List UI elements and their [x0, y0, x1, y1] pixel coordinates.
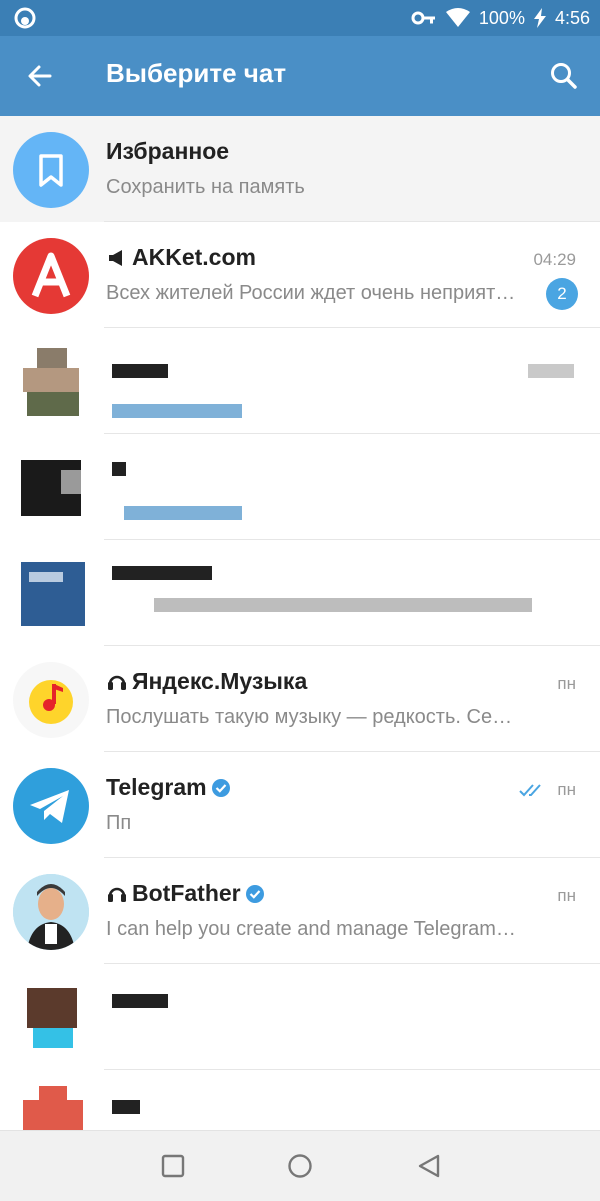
battery-percent: 100% — [478, 7, 525, 28]
redacted-preview — [112, 404, 242, 418]
status-bar: 100% 4:56 — [0, 0, 600, 36]
redacted-name — [112, 1100, 140, 1114]
notification-icon — [14, 7, 36, 29]
yandex-music-logo — [29, 680, 73, 724]
chat-name: Избранное — [106, 138, 230, 164]
vpn-key-icon — [411, 11, 435, 25]
arrow-left-icon[interactable] — [24, 60, 56, 92]
read-checks-icon — [519, 784, 541, 797]
botfather-avatar-image — [13, 874, 89, 950]
search-icon[interactable] — [548, 60, 580, 92]
chat-row-hidden[interactable] — [0, 1070, 600, 1130]
avatar — [13, 662, 89, 738]
bot-icon — [108, 887, 126, 902]
avatar — [13, 874, 89, 950]
chat-name-text: AKKet.com — [132, 244, 256, 270]
redacted-name — [112, 566, 212, 580]
chat-row-hidden[interactable] — [0, 540, 600, 646]
chat-time: пн — [557, 886, 576, 905]
unread-badge: 2 — [546, 278, 578, 310]
pixelated-avatar — [13, 450, 89, 526]
chat-preview: Сохранить на память — [106, 176, 305, 198]
app-bar: Выберите чат — [0, 36, 600, 116]
page-title: Выберите чат — [106, 58, 287, 88]
system-nav-bar — [0, 1130, 600, 1201]
chat-row-yandex-music[interactable]: Яндекс.Музыка пн Послушать такую музыку … — [0, 646, 600, 752]
chat-time: 04:29 — [533, 250, 576, 269]
letter-a-logo — [31, 252, 71, 298]
bookmark-icon — [39, 154, 63, 187]
chat-row-hidden[interactable] — [0, 964, 600, 1070]
chat-name: BotFather — [106, 880, 265, 907]
chat-name: Яндекс.Музыка — [106, 668, 307, 695]
chat-list: Избранное Сохранить на память AKKet.com … — [0, 116, 600, 1130]
chat-preview: Послушать такую музыку — редкость. Сегод… — [106, 706, 516, 728]
verified-icon — [211, 778, 230, 797]
chat-name-text: BotFather — [132, 880, 241, 906]
telegram-logo — [30, 790, 69, 823]
chat-name-text: Яндекс.Музыка — [132, 668, 308, 694]
chat-row-botfather[interactable]: BotFather пн I can help you create and m… — [0, 858, 600, 964]
chat-name-text: Telegram — [106, 774, 207, 800]
battery-charging-icon — [533, 8, 546, 28]
chat-preview: Пп — [106, 812, 132, 834]
clock: 4:56 — [554, 7, 590, 28]
redacted-name — [112, 364, 168, 378]
recent-apps-icon[interactable] — [158, 1151, 188, 1181]
pixelated-avatar — [13, 344, 89, 420]
bot-icon — [108, 675, 126, 690]
chat-name: Telegram — [106, 774, 231, 801]
saved-messages-avatar — [13, 132, 89, 208]
back-triangle-icon[interactable] — [414, 1151, 444, 1181]
redacted-time — [528, 364, 574, 378]
chat-preview: Всех жителей России ждет очень неприятны… — [106, 282, 516, 304]
chat-time: пн — [557, 674, 576, 693]
chat-preview: I can help you create and manage Telegra… — [106, 918, 516, 940]
chat-row-saved[interactable]: Избранное Сохранить на память — [0, 116, 600, 222]
chat-name: AKKet.com — [106, 244, 256, 271]
redacted-name — [112, 994, 168, 1008]
avatar — [13, 238, 89, 314]
avatar — [13, 768, 89, 844]
pixelated-avatar — [13, 1086, 89, 1130]
megaphone-icon — [109, 249, 122, 266]
pixelated-avatar — [13, 980, 89, 1056]
chat-row-telegram[interactable]: Telegram пн Пп — [0, 752, 600, 858]
home-icon[interactable] — [285, 1151, 315, 1181]
wifi-icon — [445, 8, 470, 27]
pixelated-avatar — [13, 556, 89, 632]
redacted-preview — [124, 506, 242, 520]
redacted-preview — [154, 598, 532, 612]
chat-row-hidden[interactable] — [0, 328, 600, 434]
redacted-name — [112, 462, 126, 476]
chat-row-akket[interactable]: AKKet.com 04:29 Всех жителей России ждет… — [0, 222, 600, 328]
verified-icon — [245, 884, 264, 903]
chat-row-hidden[interactable] — [0, 434, 600, 540]
chat-time: пн — [557, 780, 576, 799]
